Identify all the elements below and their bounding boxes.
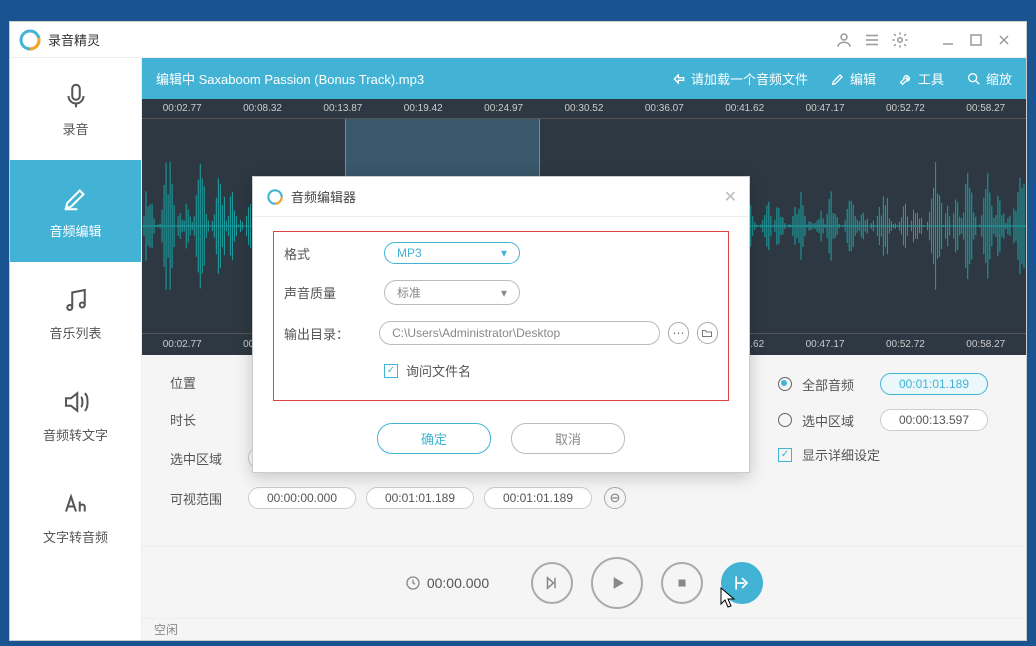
open-folder-icon[interactable] [697,322,718,344]
format-select[interactable]: MP3 ▾ [384,242,520,264]
more-icon[interactable]: ⋯ [668,322,689,344]
app-logo-small [265,187,285,207]
wrench-icon [898,71,914,87]
export-button[interactable] [721,562,763,604]
quality-label: 声音质量 [284,283,384,302]
view-len[interactable]: 00:01:01.189 [484,487,592,509]
stop-button[interactable] [661,562,703,604]
pen-icon [61,183,91,213]
sidebar-item-label: 文字转音频 [43,527,108,546]
search-icon [966,71,982,87]
output-dir-input[interactable]: C:\Users\Administrator\Desktop [379,321,660,345]
menu-icon[interactable] [858,26,886,54]
ask-filename-check[interactable]: ✓ [384,364,398,378]
chevron-down-icon: ▾ [501,246,507,260]
radio-all-audio[interactable] [778,377,792,391]
ok-button[interactable]: 确定 [377,423,491,454]
titlebar: 录音精灵 [10,22,1026,58]
export-icon [671,71,687,87]
dialog-close-icon[interactable]: ✕ [724,187,737,207]
editing-filename: 编辑中 Saxaboom Passion (Bonus Track).mp3 [156,69,649,88]
speaker-icon [61,387,91,417]
ask-filename-label: 询问文件名 [406,361,471,380]
text-icon [61,489,91,519]
edit-menu-button[interactable]: 编辑 [830,69,876,88]
play-button[interactable] [591,557,643,609]
view-end[interactable]: 00:01:01.189 [366,487,474,509]
skip-segment-button[interactable] [531,562,573,604]
sidebar-item-tts[interactable]: 文字转音频 [10,466,141,568]
export-dialog: 音频编辑器 ✕ 格式 MP3 ▾ 声音质量 标准 ▾ 输出目录： C:\User… [252,176,750,473]
sidebar-item-label: 音频转文字 [43,425,108,444]
cancel-button[interactable]: 取消 [511,423,625,454]
user-icon[interactable] [830,26,858,54]
all-audio-time: 00:01:01.189 [880,373,988,395]
sidebar-item-label: 音乐列表 [49,323,101,342]
status-bar: 空闲 [142,618,1026,640]
format-label: 格式 [284,244,384,263]
zoom-menu-button[interactable]: 缩放 [966,69,1012,88]
selection-time: 00:00:13.597 [880,409,988,431]
minimize-icon[interactable] [934,26,962,54]
play-time: 00:00.000 [427,575,489,591]
load-audio-button[interactable]: 请加载一个音频文件 [671,69,808,88]
clock-icon [405,575,421,591]
sidebar-item-edit[interactable]: 音频编辑 [10,160,141,262]
sidebar-item-playlist[interactable]: 音乐列表 [10,262,141,364]
sidebar-item-record[interactable]: 录音 [10,58,141,160]
ruler-top: 00:02.7700:08.3200:13.8700:19.4200:24.97… [142,99,1026,119]
viewport-label: 可视范围 [170,489,248,508]
music-icon [61,285,91,315]
check-detailed[interactable]: ✓ [778,448,792,462]
play-bar: 00:00.000 [142,546,1026,618]
output-dir-label: 输出目录： [284,324,379,343]
settings-icon[interactable] [886,26,914,54]
load-label: 请加载一个音频文件 [691,69,808,88]
close-icon[interactable] [990,26,1018,54]
app-logo [18,28,42,52]
maximize-icon[interactable] [962,26,990,54]
app-title: 录音精灵 [48,30,830,49]
sidebar: 录音 音频编辑 音乐列表 音频转文字 文字转音频 [10,58,142,640]
edit-toolbar: 编辑中 Saxaboom Passion (Bonus Track).mp3 请… [142,58,1026,99]
duration-label: 时长 [170,410,248,429]
chevron-down-icon: ▾ [501,286,507,300]
position-label: 位置 [170,373,248,392]
quality-select[interactable]: 标准 ▾ [384,280,520,305]
sidebar-item-stt[interactable]: 音频转文字 [10,364,141,466]
options-panel: 全部音频 00:01:01.189 选中区域 00:00:13.597 ✓ 显示… [778,373,998,478]
dialog-header: 音频编辑器 ✕ [253,177,749,217]
sidebar-item-label: 录音 [62,119,88,138]
dialog-fields: 格式 MP3 ▾ 声音质量 标准 ▾ 输出目录： C:\Users\Admini… [273,231,729,401]
radio-selection[interactable] [778,413,792,427]
selection-label: 选中区域 [170,449,248,468]
dialog-title: 音频编辑器 [291,187,356,206]
sidebar-item-label: 音频编辑 [49,221,101,240]
mic-icon [61,81,91,111]
zoom-out-icon[interactable]: ⊖ [604,487,626,509]
view-start[interactable]: 00:00:00.000 [248,487,356,509]
tools-menu-button[interactable]: 工具 [898,69,944,88]
pencil-icon [830,71,846,87]
